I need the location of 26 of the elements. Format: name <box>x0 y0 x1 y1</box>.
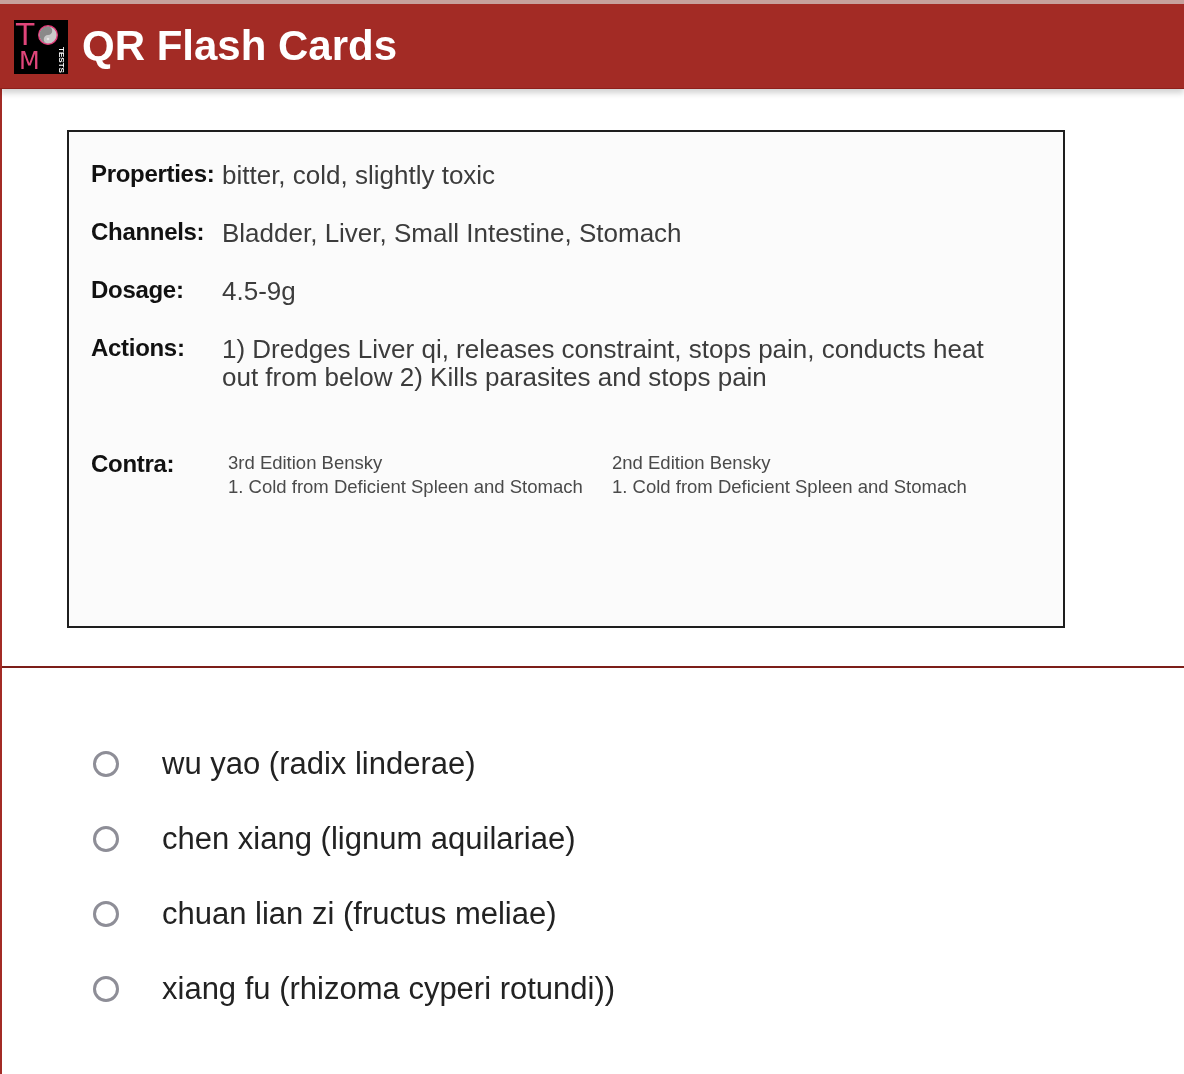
radio-button[interactable] <box>93 901 119 927</box>
logo-tagline: TESTS <box>57 47 66 73</box>
logo-letter: M <box>19 49 40 73</box>
contraindication-item: 1. Cold from Deficient Spleen and Stomach <box>612 475 967 499</box>
field-label: Properties: <box>91 159 216 189</box>
field-label: Actions: <box>91 333 186 363</box>
field-label: Contra: <box>91 449 176 479</box>
yin-yang-icon <box>38 25 58 45</box>
app-title: QR Flash Cards <box>82 25 398 67</box>
field-value: bitter, cold, slightly toxic <box>222 159 496 189</box>
field-label: Channels: <box>91 217 206 247</box>
radio-button[interactable] <box>93 826 119 852</box>
option-label[interactable]: chuan lian zi (fructus meliae) <box>162 896 557 932</box>
radio-button[interactable] <box>93 976 119 1002</box>
radio-button[interactable] <box>93 751 119 777</box>
option-label[interactable]: xiang fu (rhizoma cyperi rotundi)) <box>162 971 616 1007</box>
logo-letter: T <box>16 20 35 50</box>
field-value: 1) Dredges Liver qi, releases constraint, stops pain, conducts heat out from below 2) Kills parasites and stops pain <box>222 333 985 391</box>
edition-heading: 2nd Edition Bensky <box>612 451 771 475</box>
field-value: 4.5-9g <box>222 275 296 305</box>
contraindication-item: 1. Cold from Deficient Spleen and Stomach <box>228 475 583 499</box>
field-label: Dosage: <box>91 275 185 305</box>
field-value: Bladder, Liver, Small Intestine, Stomach <box>222 217 682 247</box>
option-label[interactable]: chen xiang (lignum aquilariae) <box>162 821 576 857</box>
edition-heading: 3rd Edition Bensky <box>228 451 383 475</box>
option-label[interactable]: wu yao (radix linderae) <box>162 746 476 782</box>
